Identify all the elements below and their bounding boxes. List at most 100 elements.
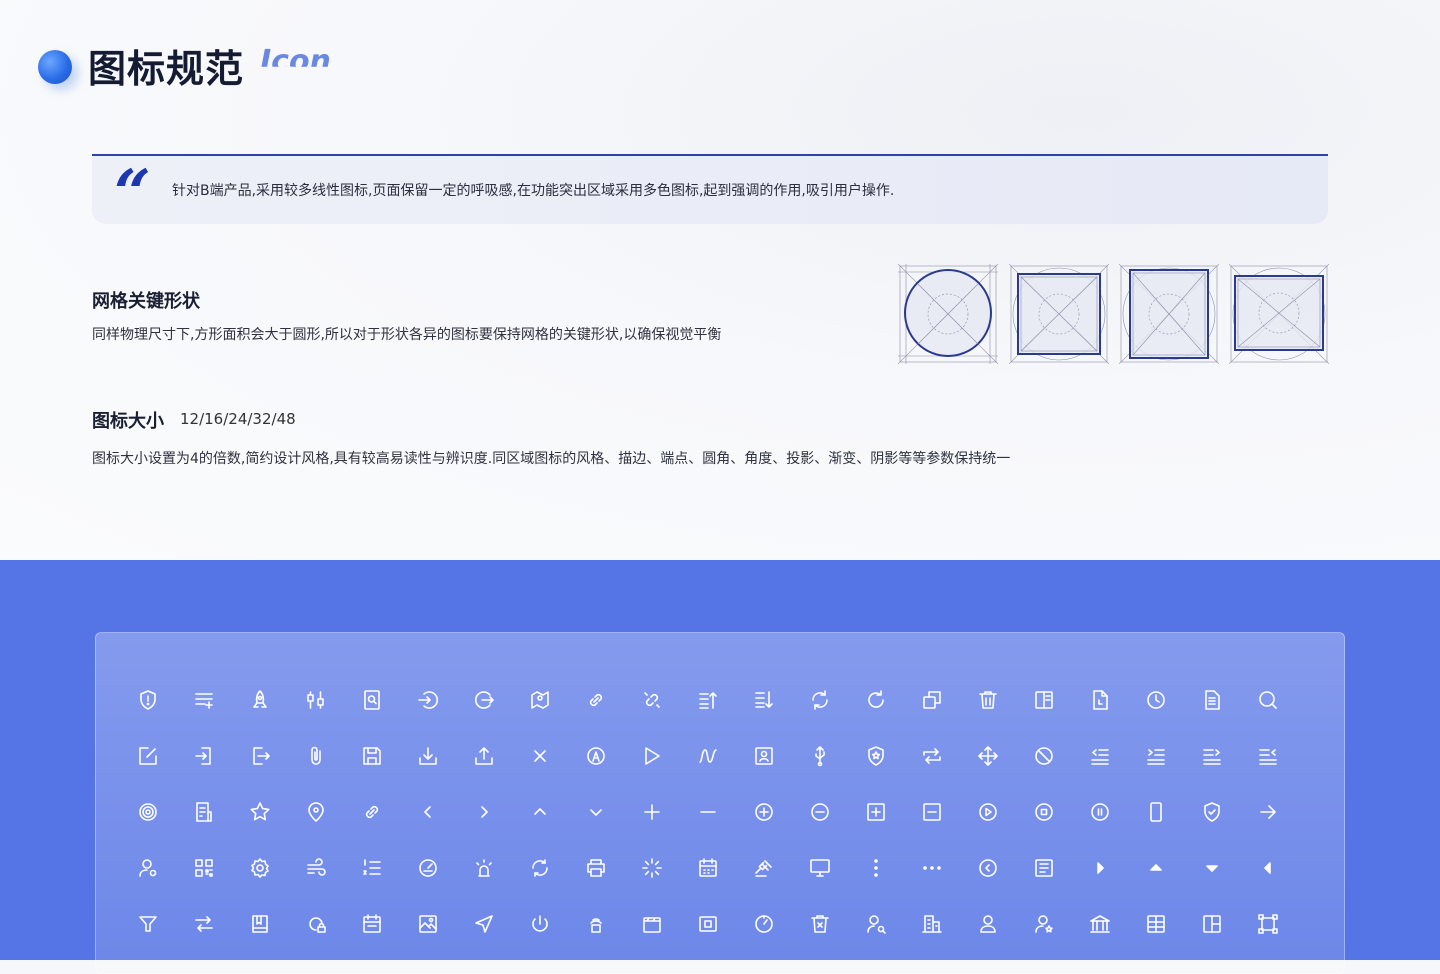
grid-section-title: 网格关键形状 bbox=[92, 291, 200, 312]
layout-icon bbox=[1032, 688, 1056, 712]
indent-right-icon bbox=[1200, 744, 1224, 768]
image-add-icon bbox=[416, 912, 440, 936]
contact-card-icon bbox=[752, 744, 776, 768]
shield-star-icon bbox=[864, 744, 888, 768]
icon-showcase bbox=[0, 560, 1440, 974]
bank-icon bbox=[1088, 912, 1112, 936]
sync-icon bbox=[528, 856, 552, 880]
star-icon bbox=[248, 800, 272, 824]
caret-right-icon bbox=[1088, 856, 1112, 880]
document-search-icon bbox=[360, 688, 384, 712]
phone-icon bbox=[1144, 800, 1168, 824]
user-icon bbox=[976, 912, 1000, 936]
grid-circle-icon bbox=[898, 264, 998, 364]
indent-left-icon bbox=[1088, 744, 1112, 768]
user-settings-icon bbox=[136, 856, 160, 880]
gear-icon bbox=[248, 856, 272, 880]
chevron-left-icon bbox=[416, 800, 440, 824]
printer-icon bbox=[584, 856, 608, 880]
sort-asc-icon bbox=[696, 688, 720, 712]
link-circle-icon bbox=[360, 800, 384, 824]
gauge-icon bbox=[752, 912, 776, 936]
grid-square-icon bbox=[1229, 264, 1329, 364]
link-icon bbox=[584, 688, 608, 712]
repeat-icon bbox=[920, 744, 944, 768]
login-circle-icon bbox=[416, 688, 440, 712]
close-icon bbox=[528, 744, 552, 768]
move-icon bbox=[976, 744, 1000, 768]
outdent-left-icon bbox=[1144, 744, 1168, 768]
rocket-icon bbox=[248, 688, 272, 712]
grid-square-icon bbox=[1119, 264, 1219, 364]
logout-circle-icon bbox=[472, 688, 496, 712]
play-icon bbox=[640, 744, 664, 768]
quote-box: “ 针对B端产品,采用较多线性图标,页面保留一定的呼吸感,在功能突出区域采用多色… bbox=[92, 154, 1328, 231]
outdent-right-icon bbox=[1256, 744, 1280, 768]
settings-sliders-icon bbox=[304, 688, 328, 712]
user-star-icon bbox=[1032, 912, 1056, 936]
logo-icon bbox=[38, 50, 72, 84]
size-values: 12/16/24/32/48 bbox=[180, 410, 296, 428]
plus-icon bbox=[640, 800, 664, 824]
back-circle-icon bbox=[976, 856, 1000, 880]
paperclip-icon bbox=[304, 744, 328, 768]
save-icon bbox=[360, 744, 384, 768]
export-icon bbox=[248, 744, 272, 768]
minus-square-icon bbox=[920, 800, 944, 824]
shield-check-icon bbox=[1200, 800, 1224, 824]
list-add-icon bbox=[192, 688, 216, 712]
page-title: 图标规范 bbox=[88, 46, 245, 91]
location-icon bbox=[304, 800, 328, 824]
usb-icon bbox=[808, 744, 832, 768]
stop-circle-icon bbox=[1032, 800, 1056, 824]
router-icon bbox=[584, 912, 608, 936]
caret-down-icon bbox=[1200, 856, 1224, 880]
block-icon bbox=[1032, 744, 1056, 768]
chevron-down-icon bbox=[584, 800, 608, 824]
size-section-title: 图标大小 bbox=[92, 411, 164, 432]
crop-frame-icon bbox=[1256, 912, 1280, 936]
search-icon bbox=[1256, 688, 1280, 712]
chevron-up-icon bbox=[528, 800, 552, 824]
monitor-icon bbox=[808, 856, 832, 880]
download-icon bbox=[416, 744, 440, 768]
plus-circle-icon bbox=[752, 800, 776, 824]
swap-icon bbox=[192, 912, 216, 936]
caret-left-icon bbox=[1256, 856, 1280, 880]
route-icon bbox=[696, 744, 720, 768]
quote-text: 针对B端产品,采用较多线性图标,页面保留一定的呼吸感,在功能突出区域采用多色图标… bbox=[172, 183, 895, 199]
list-ordered-icon bbox=[360, 856, 384, 880]
speedometer-icon bbox=[416, 856, 440, 880]
wind-icon bbox=[304, 856, 328, 880]
edit-icon bbox=[136, 744, 160, 768]
reload-icon bbox=[864, 688, 888, 712]
scan-icon bbox=[696, 912, 720, 936]
more-vertical-icon bbox=[864, 856, 888, 880]
lock-circle-icon bbox=[304, 912, 328, 936]
import-icon bbox=[192, 744, 216, 768]
news-icon bbox=[1032, 856, 1056, 880]
calendar-icon bbox=[696, 856, 720, 880]
more-horizontal-icon bbox=[920, 856, 944, 880]
quote-mark-icon: “ bbox=[114, 156, 151, 231]
upload-icon bbox=[472, 744, 496, 768]
qr-code-icon bbox=[192, 856, 216, 880]
target-icon bbox=[136, 800, 160, 824]
file-icon bbox=[1088, 688, 1112, 712]
layout-grid-icon bbox=[1200, 912, 1224, 936]
grid-square-icon bbox=[1009, 264, 1109, 364]
clapboard-icon bbox=[640, 912, 664, 936]
power-icon bbox=[528, 912, 552, 936]
grid-section-desc: 同样物理尺寸下,方形面积会大于圆形,所以对于形状各异的图标要保持网格的关键形状,… bbox=[92, 327, 722, 343]
clock-icon bbox=[1144, 688, 1168, 712]
pause-circle-icon bbox=[1088, 800, 1112, 824]
filter-icon bbox=[136, 912, 160, 936]
sort-desc-icon bbox=[752, 688, 776, 712]
document-list-icon bbox=[192, 800, 216, 824]
building-icon bbox=[920, 912, 944, 936]
table-icon bbox=[1144, 912, 1168, 936]
map-pin-icon bbox=[528, 688, 552, 712]
book-icon bbox=[248, 912, 272, 936]
chevron-right-icon bbox=[472, 800, 496, 824]
plus-square-icon bbox=[864, 800, 888, 824]
